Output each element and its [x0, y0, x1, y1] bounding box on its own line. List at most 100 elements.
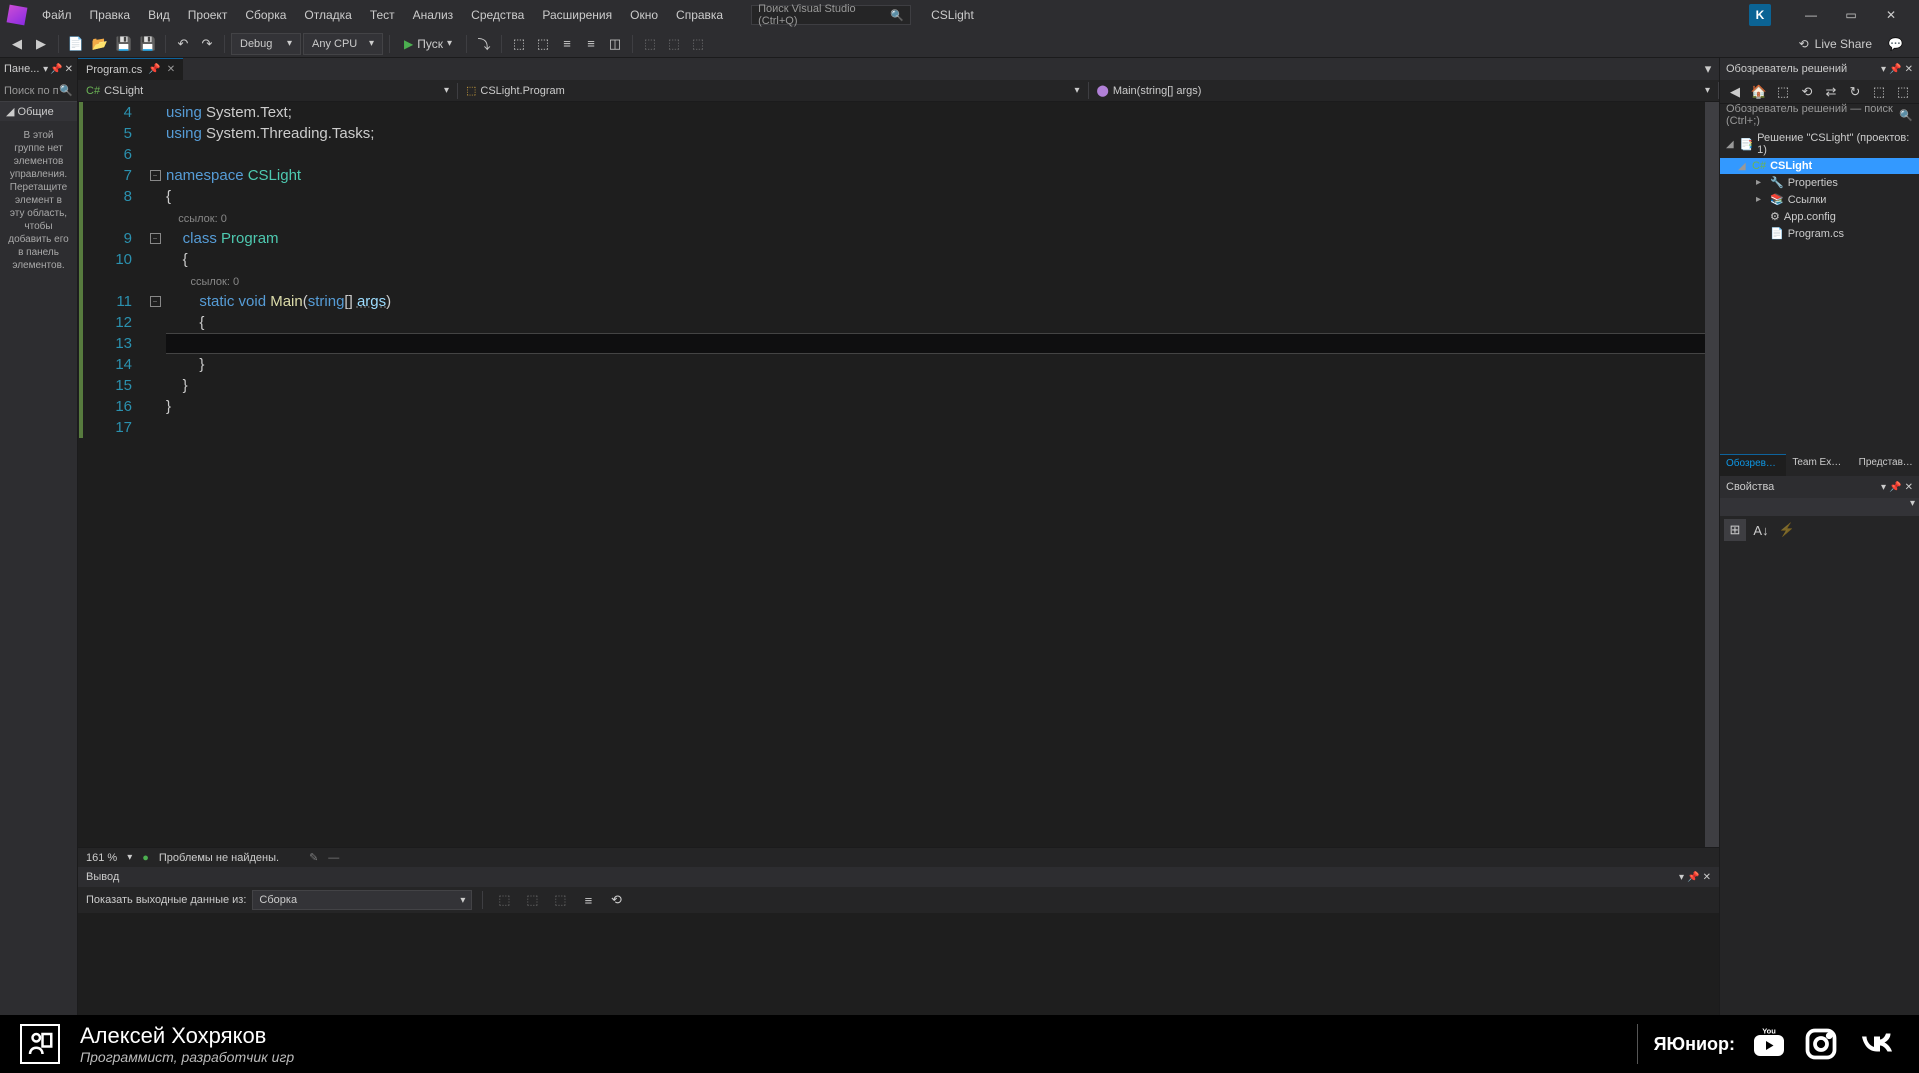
minimize-button[interactable]: — — [1791, 1, 1831, 29]
output-tb-1[interactable]: ⬚ — [493, 889, 515, 911]
menu-вид[interactable]: Вид — [140, 4, 178, 26]
back-button[interactable]: ◀ — [6, 33, 28, 55]
tree-item[interactable]: ▸📚Ссылки — [1720, 191, 1919, 208]
se-tb-refresh[interactable]: ↻ — [1844, 81, 1866, 103]
pin-icon[interactable]: 📌 — [148, 64, 160, 75]
solution-tree[interactable]: ◢ 📑 Решение "CSLight" (проектов: 1) ◢ C#… — [1720, 126, 1919, 454]
se-tb-back[interactable]: ◀ — [1724, 81, 1746, 103]
dropdown-icon[interactable]: ▾ — [1910, 498, 1915, 516]
zoom-level[interactable]: 161 % — [86, 852, 117, 864]
se-tb-2[interactable]: ⟲ — [1796, 81, 1818, 103]
tb-icon-3[interactable]: ≡ — [556, 33, 578, 55]
platform-dropdown[interactable]: Any CPU▾ — [303, 33, 383, 55]
code-line[interactable]: using System.Threading.Tasks; — [166, 123, 1705, 144]
fold-toggle-icon[interactable]: − — [150, 233, 161, 244]
instagram-icon[interactable] — [1803, 1026, 1839, 1062]
code-line[interactable]: static void Main(string[] args) — [166, 291, 1705, 312]
pin-icon[interactable]: 📌 — [1889, 482, 1901, 493]
tree-project[interactable]: ◢ C# CSLight — [1720, 158, 1919, 174]
code-line[interactable]: class Program — [166, 228, 1705, 249]
new-project-button[interactable]: 📄 — [65, 33, 87, 55]
tb-icon-8[interactable]: ⬚ — [687, 33, 709, 55]
close-button[interactable]: ✕ — [1871, 1, 1911, 29]
menu-проект[interactable]: Проект — [180, 4, 236, 26]
undo-button[interactable]: ↶ — [172, 33, 194, 55]
code-line[interactable]: namespace CSLight — [166, 165, 1705, 186]
close-icon[interactable]: ✕ — [65, 64, 73, 75]
maximize-button[interactable]: ▭ — [1831, 1, 1871, 29]
code-line[interactable] — [166, 333, 1705, 354]
start-debug-button[interactable]: ▶Пуск▾ — [396, 37, 460, 51]
save-all-button[interactable]: 💾 — [137, 33, 159, 55]
expand-icon[interactable]: ◢ — [1738, 161, 1748, 172]
code-line[interactable]: } — [166, 354, 1705, 375]
output-text-area[interactable] — [78, 913, 1719, 1015]
menu-окно[interactable]: Окно — [622, 4, 666, 26]
dropdown-icon[interactable]: ▾ — [1881, 482, 1886, 493]
solution-explorer-search[interactable]: Обозреватель решений — поиск (Ctrl+;) 🔍 — [1720, 104, 1919, 126]
feedback-icon[interactable]: 💬 — [1888, 37, 1903, 51]
dropdown-icon[interactable]: ▾ — [43, 64, 48, 75]
toolbox-search-input[interactable]: Поиск по п 🔍 — [0, 80, 77, 102]
fold-toggle-icon[interactable]: − — [150, 296, 161, 307]
tb-icon-1[interactable]: ⬚ — [508, 33, 530, 55]
code-editor[interactable]: 4567891011121314151617 −−− using System.… — [78, 102, 1719, 847]
redo-button[interactable]: ↷ — [196, 33, 218, 55]
pin-icon[interactable]: 📌 — [50, 64, 62, 75]
dropdown-icon[interactable]: ▾ — [1881, 64, 1886, 75]
dropdown-icon[interactable]: ▾ — [1679, 872, 1684, 883]
tb-icon-4[interactable]: ≡ — [580, 33, 602, 55]
expand-icon[interactable]: ◢ — [1726, 139, 1735, 150]
menu-расширения[interactable]: Расширения — [534, 4, 620, 26]
se-tb-4[interactable]: ⬚ — [1868, 81, 1890, 103]
tb-icon-7[interactable]: ⬚ — [663, 33, 685, 55]
tree-item[interactable]: ⚙App.config — [1720, 208, 1919, 225]
close-icon[interactable]: ✕ — [1905, 482, 1913, 493]
step-into-button[interactable]: ⤵ — [473, 33, 495, 55]
code-line[interactable]: using System.Text; — [166, 102, 1705, 123]
code-line[interactable] — [166, 144, 1705, 165]
se-tb-home[interactable]: 🏠 — [1748, 81, 1770, 103]
right-tab[interactable]: Team Explor... — [1786, 454, 1852, 476]
live-share-button[interactable]: ⟲ Live Share 💬 — [1789, 37, 1913, 51]
youtube-icon[interactable]: You — [1751, 1026, 1787, 1062]
props-events-button[interactable]: ⚡ — [1776, 519, 1798, 541]
code-line[interactable]: ссылок: 0 — [166, 207, 1705, 228]
output-tb-3[interactable]: ⬚ — [549, 889, 571, 911]
status-icon-2[interactable]: — — [328, 852, 339, 864]
code-line[interactable]: } — [166, 396, 1705, 417]
menu-отладка[interactable]: Отладка — [296, 4, 359, 26]
menu-файл[interactable]: Файл — [34, 4, 80, 26]
save-button[interactable]: 💾 — [113, 33, 135, 55]
right-tab[interactable]: Представле... — [1853, 454, 1919, 476]
tabs-dropdown-button[interactable]: ▾ — [1697, 58, 1719, 80]
menu-правка[interactable]: Правка — [82, 4, 139, 26]
zoom-dropdown-icon[interactable]: ▾ — [127, 852, 132, 863]
menu-анализ[interactable]: Анализ — [405, 4, 462, 26]
props-alpha-button[interactable]: A↓ — [1750, 519, 1772, 541]
tb-icon-5[interactable]: ◫ — [604, 33, 626, 55]
menu-справка[interactable]: Справка — [668, 4, 731, 26]
open-button[interactable]: 📂 — [89, 33, 111, 55]
code-line[interactable]: { — [166, 186, 1705, 207]
close-icon[interactable]: ✕ — [1905, 64, 1913, 75]
tb-icon-2[interactable]: ⬚ — [532, 33, 554, 55]
tree-solution-root[interactable]: ◢ 📑 Решение "CSLight" (проектов: 1) — [1720, 130, 1919, 158]
close-icon[interactable]: ✕ — [1703, 872, 1711, 883]
code-line[interactable]: ссылок: 0 — [166, 270, 1705, 291]
code-line[interactable]: { — [166, 312, 1705, 333]
props-categorized-button[interactable]: ⊞ — [1724, 519, 1746, 541]
tb-icon-6[interactable]: ⬚ — [639, 33, 661, 55]
vertical-scrollbar[interactable] — [1705, 102, 1719, 847]
output-tb-2[interactable]: ⬚ — [521, 889, 543, 911]
toolbox-group-general[interactable]: ◢ Общие — [0, 102, 77, 121]
tab-program-cs[interactable]: Program.cs 📌 ✕ — [78, 58, 183, 80]
forward-button[interactable]: ▶ — [30, 33, 52, 55]
user-avatar[interactable]: K — [1749, 4, 1771, 26]
pin-icon[interactable]: 📌 — [1687, 872, 1699, 883]
menu-тест[interactable]: Тест — [362, 4, 403, 26]
nav-project-dropdown[interactable]: C# CSLight ▾ — [78, 83, 458, 99]
config-dropdown[interactable]: Debug▾ — [231, 33, 301, 55]
se-tb-1[interactable]: ⬚ — [1772, 81, 1794, 103]
right-tab[interactable]: Обозревате... — [1720, 454, 1786, 476]
